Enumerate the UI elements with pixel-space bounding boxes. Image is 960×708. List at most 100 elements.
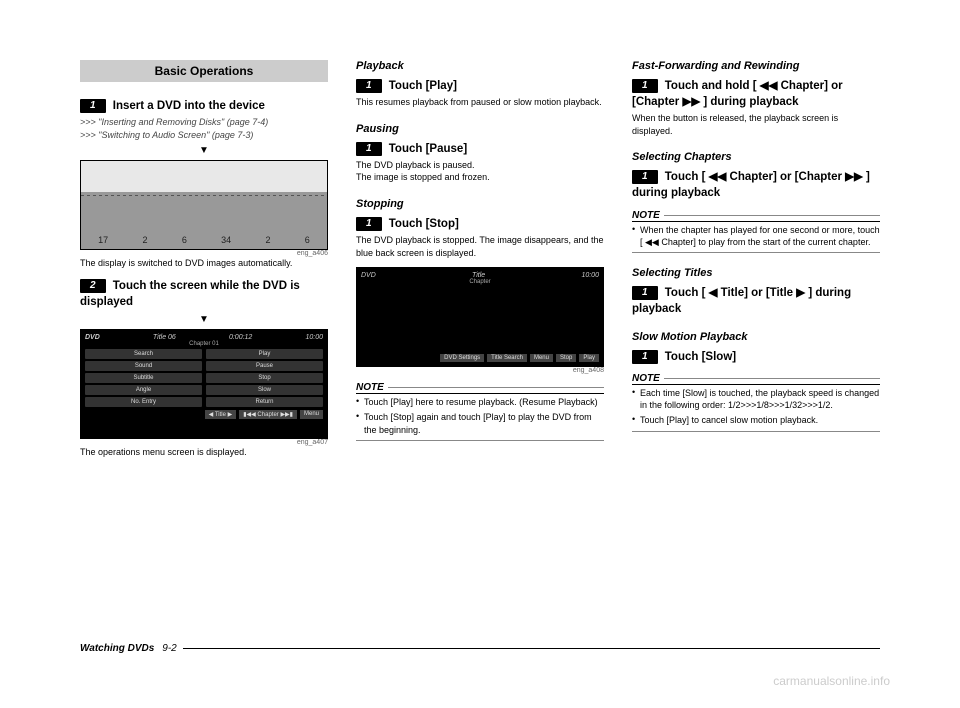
note-block: Touch [Play] here to resume playback. (R… xyxy=(356,396,604,435)
column-2: Playback 1 Touch [Play] This resumes pla… xyxy=(356,60,604,467)
note-item: When the chapter has played for one seco… xyxy=(632,224,880,248)
pausing-step: 1 Touch [Pause] xyxy=(356,141,604,157)
menu-btn: Return xyxy=(206,397,323,407)
stopping-step-text: Touch [Stop] xyxy=(389,218,459,230)
bottom-btn: Title Search xyxy=(487,354,527,362)
figure-id: eng_a406 xyxy=(80,250,328,257)
note-header: NOTE xyxy=(356,382,604,394)
step-badge: 2 xyxy=(80,279,106,293)
stopping-body: The DVD playback is stopped. The image d… xyxy=(356,234,604,259)
title-label: Title xyxy=(472,272,485,279)
footer-label: Watching DVDs xyxy=(80,643,154,654)
step-1-text: Insert a DVD into the device xyxy=(113,100,265,112)
bottom-btn: Stop xyxy=(556,354,576,362)
pausing-body2: The image is stopped and frozen. xyxy=(356,171,604,184)
note-item: Each time [Slow] is touched, the playbac… xyxy=(632,387,880,411)
note-item: Touch [Play] here to resume playback. (R… xyxy=(356,396,604,408)
bottom-btn: ◀ Title ▶ xyxy=(205,410,237,419)
chapter-sub: Chapter xyxy=(361,279,599,285)
pausing-body1: The DVD playback is paused. xyxy=(356,159,604,172)
bottom-btn: Play xyxy=(579,354,599,362)
note-item: Touch [Stop] again and touch [Play] to p… xyxy=(356,411,604,435)
playback-step: 1 Touch [Play] xyxy=(356,78,604,94)
menu-btn: Stop xyxy=(206,373,323,383)
note-divider xyxy=(356,440,604,441)
slow-head: Slow Motion Playback xyxy=(632,331,880,343)
footer-rule xyxy=(183,648,880,649)
figure-operations-menu: DVD Title 06 0:00:12 10:00 Chapter 01 Se… xyxy=(80,329,328,439)
menu-btn: Subtitle xyxy=(85,373,202,383)
stopping-step: 1 Touch [Stop] xyxy=(356,216,604,232)
note-block: When the chapter has played for one seco… xyxy=(632,224,880,248)
menu-btn: No. Entry xyxy=(85,397,202,407)
playback-step-text: Touch [Play] xyxy=(389,80,457,92)
watermark: carmanualsonline.info xyxy=(773,674,890,688)
stopping-head: Stopping xyxy=(356,198,604,210)
titles-head: Selecting Titles xyxy=(632,267,880,279)
figure-dvd-image: 17263426 xyxy=(80,160,328,250)
figure-1-caption: The display is switched to DVD images au… xyxy=(80,257,328,270)
page-footer: Watching DVDs 9-2 xyxy=(80,643,880,654)
slow-step: 1 Touch [Slow] xyxy=(632,349,880,365)
step-badge: 1 xyxy=(632,170,658,184)
figure-stopped-screen: DVD Title 10:00 Chapter DVD Settings Tit… xyxy=(356,267,604,367)
step-badge: 1 xyxy=(632,350,658,364)
menu-btn: Play xyxy=(206,349,323,359)
note-block: Each time [Slow] is touched, the playbac… xyxy=(632,387,880,426)
column-1: Basic Operations 1 Insert a DVD into the… xyxy=(80,60,328,467)
dvd-label: DVD xyxy=(85,334,100,341)
section-header: Basic Operations xyxy=(80,60,328,82)
note-item: Touch [Play] to cancel slow motion playb… xyxy=(632,414,880,426)
ff-body: When the button is released, the playbac… xyxy=(632,112,880,137)
xref-1: >>> "Inserting and Removing Disks" (page… xyxy=(80,116,328,129)
bottom-btn: DVD Settings xyxy=(440,354,484,362)
step-2-text: Touch the screen while the DVD is displa… xyxy=(80,280,300,308)
note-header: NOTE xyxy=(632,373,880,385)
column-3: Fast-Forwarding and Rewinding 1 Touch an… xyxy=(632,60,880,467)
clock-label: 10:00 xyxy=(581,272,599,279)
pausing-head: Pausing xyxy=(356,123,604,135)
clock-label: 10:00 xyxy=(305,334,323,341)
note-divider xyxy=(632,431,880,432)
menu-btn: Pause xyxy=(206,361,323,371)
figure-2-caption: The operations menu screen is displayed. xyxy=(80,446,328,459)
manual-page: Basic Operations 1 Insert a DVD into the… xyxy=(0,0,960,497)
menu-btn: Angle xyxy=(85,385,202,395)
playback-body: This resumes playback from paused or slo… xyxy=(356,96,604,109)
step-2: 2 Touch the screen while the DVD is disp… xyxy=(80,278,328,310)
step-badge: 1 xyxy=(632,79,658,93)
figure-id: eng_a407 xyxy=(80,439,328,446)
chapter-sub: Chapter 01 xyxy=(85,341,323,347)
chapters-step: 1 Touch [ ◀◀ Chapter] or [Chapter ▶▶ ] d… xyxy=(632,169,880,201)
bottom-btn: Menu xyxy=(300,410,323,419)
down-arrow-icon: ▼ xyxy=(80,314,328,325)
note-header: NOTE xyxy=(632,210,880,222)
ff-step: 1 Touch and hold [ ◀◀ Chapter] or [Chapt… xyxy=(632,78,880,110)
step-badge: 1 xyxy=(80,99,106,113)
menu-btn: Sound xyxy=(85,361,202,371)
title-label: Title 06 xyxy=(153,334,176,341)
down-arrow-icon: ▼ xyxy=(80,145,328,156)
chapters-head: Selecting Chapters xyxy=(632,151,880,163)
pausing-step-text: Touch [Pause] xyxy=(389,143,467,155)
menu-btn: Slow xyxy=(206,385,323,395)
step-badge: 1 xyxy=(632,286,658,300)
note-divider xyxy=(632,252,880,253)
bottom-btn: ▮◀◀ Chapter ▶▶▮ xyxy=(239,410,297,419)
bottom-btn: Menu xyxy=(530,354,553,362)
time-label: 0:00:12 xyxy=(229,334,252,341)
xref-2: >>> "Switching to Audio Screen" (page 7-… xyxy=(80,129,328,142)
footer-page: 9-2 xyxy=(162,643,176,654)
step-badge: 1 xyxy=(356,217,382,231)
dvd-label: DVD xyxy=(361,272,376,279)
ff-head: Fast-Forwarding and Rewinding xyxy=(632,60,880,72)
ff-step-text: Touch and hold [ ◀◀ Chapter] or [Chapter… xyxy=(632,80,843,108)
step-badge: 1 xyxy=(356,142,382,156)
step-1: 1 Insert a DVD into the device xyxy=(80,98,328,114)
playback-head: Playback xyxy=(356,60,604,72)
figure-id: eng_a408 xyxy=(356,367,604,374)
chapters-step-text: Touch [ ◀◀ Chapter] or [Chapter ▶▶ ] dur… xyxy=(632,171,870,199)
titles-step: 1 Touch [ ◀ Title] or [Title ▶ ] during … xyxy=(632,285,880,317)
step-badge: 1 xyxy=(356,79,382,93)
menu-btn: Search xyxy=(85,349,202,359)
